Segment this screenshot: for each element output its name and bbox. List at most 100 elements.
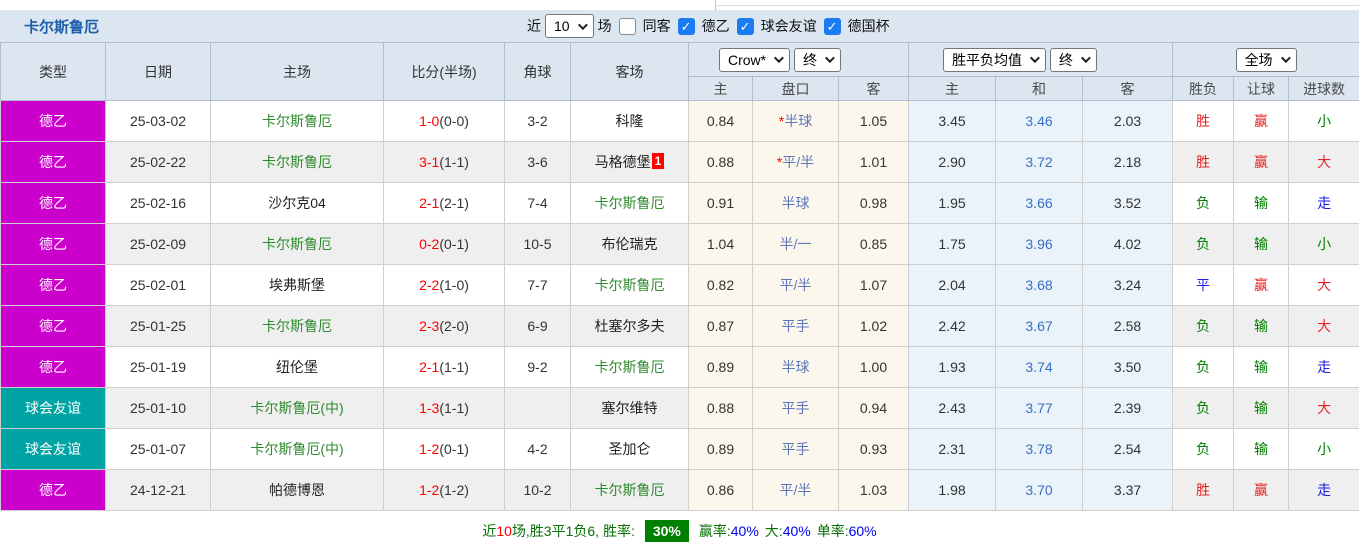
odds-home: 0.84: [689, 101, 753, 142]
period-select[interactable]: 全场: [1236, 48, 1297, 72]
avg-home-odds: 1.98: [909, 470, 996, 511]
corners: 10-5: [505, 224, 571, 265]
away-team-cell: 卡尔斯鲁厄: [571, 265, 689, 306]
handicap-line: 半球: [782, 195, 810, 211]
odds-home: 1.04: [689, 224, 753, 265]
match-score: 2-1(1-1): [384, 347, 505, 388]
match-type: 德乙: [1, 265, 106, 306]
table-row: 德乙 25-02-01 埃弗斯堡 2-2(1-0) 7-7 卡尔斯鲁厄 0.82…: [1, 265, 1359, 306]
result-win: 负: [1173, 388, 1234, 429]
match-date: 25-01-19: [106, 347, 211, 388]
away-team-cell: 布伦瑞克: [571, 224, 689, 265]
handicap-line: 半/一: [780, 236, 812, 252]
subcol-avg-home: 主: [909, 77, 996, 101]
handicap-cell: 平手: [753, 388, 839, 429]
match-type: 德乙: [1, 224, 106, 265]
corners: 3-6: [505, 142, 571, 183]
fulltime-score: 1-0: [419, 113, 439, 129]
table-row: 球会友谊 25-01-07 卡尔斯鲁厄(中) 1-2(0-1) 4-2 圣加仑 …: [1, 429, 1359, 470]
match-date: 25-02-16: [106, 183, 211, 224]
league-cup-checkbox[interactable]: ✓: [824, 18, 841, 35]
over-rate: 大:40%: [765, 521, 811, 541]
summary-text: 近10场,胜3平1负6, 胜率:: [482, 521, 635, 541]
match-date: 25-01-10: [106, 388, 211, 429]
bookmaker-select[interactable]: Crow*: [719, 48, 790, 72]
average-odds-select-value: 胜平负均值: [952, 50, 1022, 70]
avg-away-odds: 3.37: [1083, 470, 1173, 511]
avg-home-odds: 2.42: [909, 306, 996, 347]
match-type: 球会友谊: [1, 429, 106, 470]
col-header-score: 比分(半场): [384, 43, 505, 101]
match-history-table: 类型 日期 主场 比分(半场) 角球 客场 Crow* 终 胜平负均值: [0, 42, 1359, 511]
odds-time-select[interactable]: 终: [794, 48, 841, 72]
avg-away-odds: 3.50: [1083, 347, 1173, 388]
odds-home: 0.91: [689, 183, 753, 224]
col-header-type: 类型: [1, 43, 106, 101]
result-handicap: 输: [1234, 347, 1289, 388]
league-de2-label: 德乙: [702, 16, 730, 36]
avg-away-odds: 2.54: [1083, 429, 1173, 470]
col-header-away: 客场: [571, 43, 689, 101]
match-score: 2-1(2-1): [384, 183, 505, 224]
col-header-corners: 角球: [505, 43, 571, 101]
avg-away-odds: 2.18: [1083, 142, 1173, 183]
corners: 6-9: [505, 306, 571, 347]
table-row: 德乙 25-01-25 卡尔斯鲁厄 2-3(2-0) 6-9 杜塞尔多夫 0.8…: [1, 306, 1359, 347]
avg-home-odds: 2.43: [909, 388, 996, 429]
average-odds-select[interactable]: 胜平负均值: [943, 48, 1046, 72]
subcol-crow-away: 客: [839, 77, 909, 101]
odds-group-result: 全场: [1173, 43, 1359, 77]
odds-away: 1.02: [839, 306, 909, 347]
match-date: 25-02-09: [106, 224, 211, 265]
avg-draw-odds: 3.67: [996, 306, 1083, 347]
match-date: 25-01-07: [106, 429, 211, 470]
odds-home: 0.82: [689, 265, 753, 306]
avg-home-odds: 1.75: [909, 224, 996, 265]
odds-away: 0.98: [839, 183, 909, 224]
average-time-select[interactable]: 终: [1050, 48, 1097, 72]
away-team-cell: 卡尔斯鲁厄: [571, 470, 689, 511]
table-row: 德乙 24-12-21 帕德博恩 1-2(1-2) 10-2 卡尔斯鲁厄 0.8…: [1, 470, 1359, 511]
result-handicap: 输: [1234, 429, 1289, 470]
recent-count-select[interactable]: 10: [545, 14, 594, 38]
fulltime-score: 2-2: [419, 277, 439, 293]
match-score: 2-3(2-0): [384, 306, 505, 347]
table-row: 德乙 25-03-02 卡尔斯鲁厄 1-0(0-0) 3-2 科隆 0.84 *…: [1, 101, 1359, 142]
match-type: 德乙: [1, 306, 106, 347]
away-team-cell: 科隆: [571, 101, 689, 142]
away-team-cell: 圣加仑: [571, 429, 689, 470]
result-win: 负: [1173, 306, 1234, 347]
handicap-line: 平/半: [780, 277, 812, 293]
away-team: 圣加仑: [609, 441, 651, 457]
result-win: 胜: [1173, 470, 1234, 511]
same-venue-checkbox[interactable]: ✓: [619, 18, 636, 35]
result-goals: 大: [1289, 388, 1359, 429]
odds-away: 1.03: [839, 470, 909, 511]
fulltime-score: 1-2: [419, 482, 439, 498]
away-team: 塞尔维特: [602, 400, 658, 416]
avg-draw-odds: 3.78: [996, 429, 1083, 470]
handicap-line: 平/半: [780, 482, 812, 498]
handicap-cell: 半球: [753, 183, 839, 224]
col-header-home: 主场: [211, 43, 384, 101]
odds-home: 0.88: [689, 142, 753, 183]
odds-home: 0.89: [689, 347, 753, 388]
match-type: 德乙: [1, 470, 106, 511]
odds-time-select-value: 终: [803, 50, 817, 70]
odds-group-crow: Crow* 终: [689, 43, 909, 77]
away-team-cell: 卡尔斯鲁厄: [571, 347, 689, 388]
league-de2-checkbox[interactable]: ✓: [678, 18, 695, 35]
handicap-line: 平/半: [782, 154, 814, 170]
odds-away: 0.94: [839, 388, 909, 429]
win-rate-badge: 30%: [645, 520, 689, 542]
corners: 3-2: [505, 101, 571, 142]
result-goals: 大: [1289, 306, 1359, 347]
home-team: 卡尔斯鲁厄: [211, 224, 384, 265]
odd-rate: 单率:60%: [817, 521, 877, 541]
league-friendly-checkbox[interactable]: ✓: [737, 18, 754, 35]
result-win: 负: [1173, 429, 1234, 470]
odds-away: 0.85: [839, 224, 909, 265]
summary-count: 10: [496, 523, 512, 539]
avg-home-odds: 1.95: [909, 183, 996, 224]
matches-label: 场: [598, 16, 612, 36]
